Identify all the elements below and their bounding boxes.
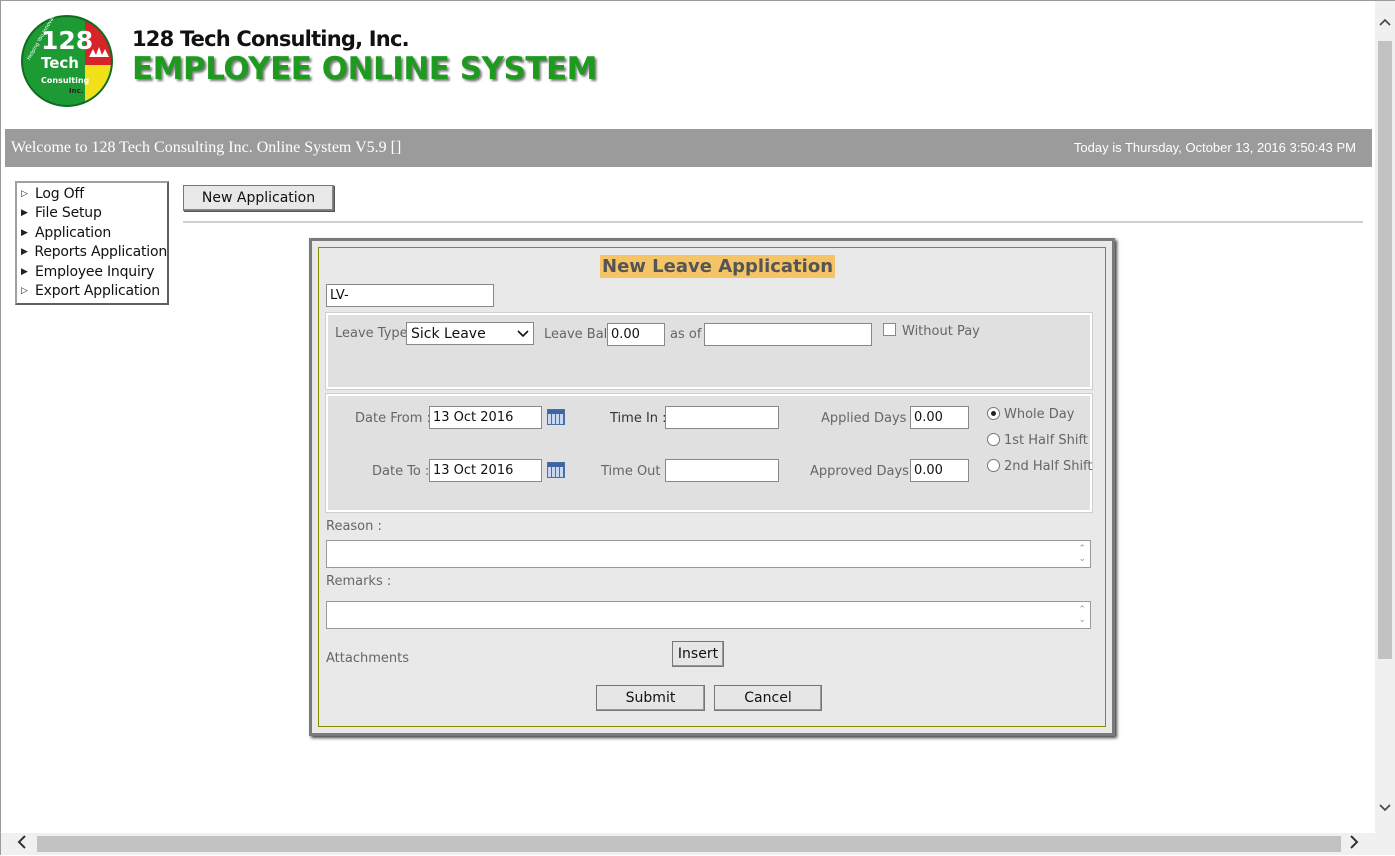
cancel-button[interactable]: Cancel (714, 685, 822, 711)
first-half-shift-label: 1st Half Shift (1004, 433, 1088, 448)
leave-balance-label: Leave Bal (544, 327, 608, 342)
chevron-down-icon (517, 329, 529, 337)
submit-button[interactable]: Submit (596, 685, 705, 711)
without-pay-label: Without Pay (902, 324, 980, 339)
second-half-shift-label: 2nd Half Shift (1004, 459, 1093, 474)
sidebar-item-employee-inquiry[interactable]: ▶ Employee Inquiry (21, 262, 167, 282)
form-title: New Leave Application (600, 255, 836, 278)
triangle-filled-icon: ▶ (21, 247, 28, 258)
horizontal-scroll-thumb[interactable] (37, 836, 1341, 852)
triangle-filled-icon: ▶ (21, 227, 28, 238)
scroll-left-icon[interactable] (11, 834, 33, 854)
triangle-outline-icon: ▷ (21, 286, 28, 297)
triangle-outline-icon: ▷ (21, 188, 28, 199)
sidebar-item-label: Reports Application (34, 244, 167, 261)
first-half-shift-radio[interactable] (987, 433, 1000, 446)
sidebar-item-log-off[interactable]: ▷ Log Off (21, 184, 167, 204)
second-half-shift-radio[interactable] (987, 459, 1000, 472)
time-in-label: Time In : (610, 411, 667, 426)
time-out-label: Time Out : (601, 464, 670, 479)
remarks-textarea[interactable]: ⌃ ⌄ (326, 601, 1091, 629)
reason-textarea[interactable]: ⌃ ⌄ (326, 540, 1091, 568)
scroll-arrows-icon: ⌃ ⌄ (1078, 543, 1086, 563)
triangle-filled-icon: ▶ (21, 266, 28, 277)
scroll-right-icon[interactable] (1343, 834, 1365, 854)
insert-attachment-button[interactable]: Insert (672, 641, 724, 667)
scroll-down-icon[interactable] (1375, 801, 1395, 821)
new-application-button[interactable]: New Application (183, 185, 334, 211)
welcome-bar: Welcome to 128 Tech Consulting Inc. Onli… (5, 129, 1372, 167)
triangle-filled-icon: ▶ (21, 208, 28, 219)
company-logo: 128 Tech Consulting Inc. Helping You Inn… (19, 12, 119, 111)
leave-type-value: Sick Leave (411, 325, 486, 342)
attachments-label: Attachments (326, 651, 409, 666)
divider (183, 221, 1363, 223)
date-from-input[interactable] (429, 406, 542, 429)
sidebar-item-label: Log Off (35, 185, 84, 202)
logo-text-consulting: Consulting (41, 76, 90, 85)
sidebar-item-label: Export Application (35, 283, 160, 300)
whole-day-label: Whole Day (1004, 407, 1075, 422)
leave-type-label: Leave Type (335, 326, 408, 341)
sidebar-item-label: Application (35, 224, 112, 241)
sidebar-menu: ▷ Log Off ▶ File Setup ▶ Application ▶ R… (15, 181, 169, 305)
sidebar-item-file-setup[interactable]: ▶ File Setup (21, 204, 167, 224)
whole-day-radio[interactable] (987, 407, 1000, 420)
approved-days-input[interactable] (910, 459, 969, 482)
vertical-scroll-thumb[interactable] (1378, 41, 1392, 659)
without-pay-checkbox[interactable] (883, 323, 896, 336)
sidebar-item-label: Employee Inquiry (35, 263, 155, 280)
calendar-icon[interactable] (547, 409, 565, 425)
system-name: EMPLOYEE ONLINE SYSTEM (132, 51, 598, 87)
approved-days-label: Approved Days : (810, 464, 918, 479)
leave-type-select[interactable]: Sick Leave (406, 322, 534, 345)
scroll-up-icon[interactable] (1375, 15, 1395, 35)
sidebar-item-reports-application[interactable]: ▶ Reports Application (21, 243, 167, 263)
calendar-icon[interactable] (547, 462, 565, 478)
date-from-label: Date From : (355, 411, 431, 426)
sidebar-item-label: File Setup (35, 205, 102, 222)
logo-text-inc: Inc. (69, 87, 83, 95)
applied-days-label: Applied Days : (821, 411, 915, 426)
as-of-label: as of (670, 327, 702, 342)
applied-days-input[interactable] (910, 406, 969, 429)
today-date-text: Today is Thursday, October 13, 2016 3:50… (1073, 140, 1356, 155)
date-to-label: Date To : (372, 464, 430, 479)
scrollbar-corner (1375, 833, 1395, 855)
remarks-label: Remarks : (326, 574, 392, 589)
company-name: 128 Tech Consulting, Inc. (132, 27, 410, 51)
time-in-input[interactable] (665, 406, 779, 429)
date-to-input[interactable] (429, 459, 542, 482)
logo-text-tech: Tech (41, 54, 79, 72)
reason-label: Reason : (326, 519, 382, 534)
sidebar-item-export-application[interactable]: ▷ Export Application (21, 282, 167, 302)
scroll-arrows-icon: ⌃ ⌄ (1078, 604, 1086, 624)
as-of-date-input[interactable] (704, 323, 872, 346)
welcome-text: Welcome to 128 Tech Consulting Inc. Onli… (11, 139, 402, 156)
application-number-input[interactable] (326, 284, 494, 307)
sidebar-item-application[interactable]: ▶ Application (21, 223, 167, 243)
time-out-input[interactable] (665, 459, 779, 482)
leave-balance-input[interactable] (607, 323, 665, 346)
